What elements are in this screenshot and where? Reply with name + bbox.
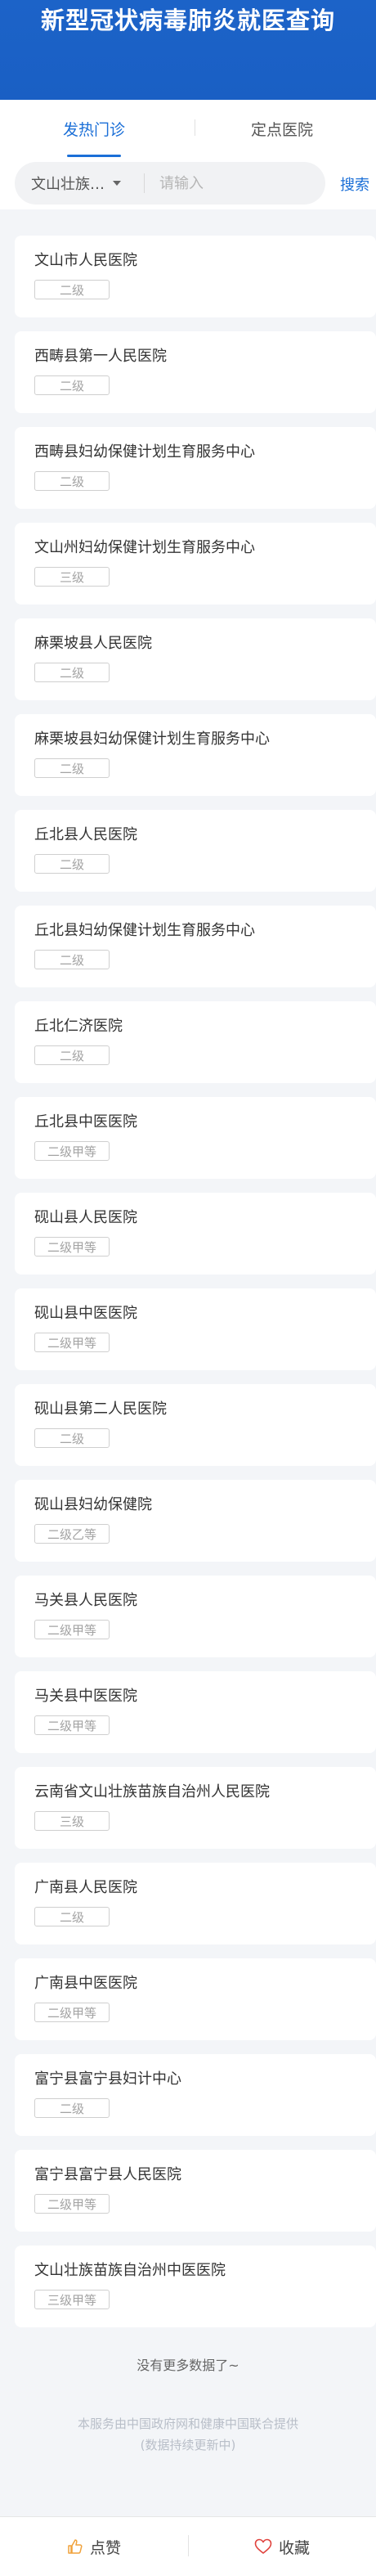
hospital-name: 西畴县妇幼保健计划生育服务中心	[34, 443, 255, 461]
page-title: 新型冠状病毒肺炎就医查询	[40, 7, 335, 34]
hospital-card[interactable]: 麻栗坡县人民医院 二级	[15, 618, 376, 700]
hospital-list: 文山市人民医院 二级 西畴县第一人民医院 二级 西畴县妇幼保健计划生育服务中心 二级 文山州…	[15, 236, 376, 2341]
hospital-level-badge: 二级甲等	[34, 1715, 110, 1735]
bottom-bar: 点赞 收藏	[0, 2516, 376, 2576]
tab-fever-clinic-label: 发热门诊	[62, 120, 125, 139]
search-box: 文山壮族…	[15, 162, 325, 205]
hospital-name: 富宁县富宁县人民医院	[34, 2166, 181, 2183]
hospital-name: 文山壮族苗族自治州中医医院	[34, 2262, 226, 2279]
hospital-card[interactable]: 砚山县妇幼保健院 二级乙等	[15, 1480, 376, 1562]
footnote-line1: 本服务由中国政府网和健康中国联合提供	[77, 2416, 298, 2431]
hospital-card[interactable]: 文山州妇幼保健计划生育服务中心 三级	[15, 523, 376, 605]
tab-fever-clinic[interactable]: 发热门诊	[0, 100, 188, 157]
hospital-name: 广南县人民医院	[34, 1879, 137, 1896]
hospital-level-badge: 三级	[34, 567, 110, 587]
hospital-level-badge: 二级	[34, 663, 110, 682]
region-select[interactable]: 文山壮族…	[15, 173, 137, 194]
hospital-card[interactable]: 丘北县人民医院 二级	[15, 810, 376, 892]
hospital-name: 砚山县第二人民医院	[34, 1400, 167, 1418]
hospital-name: 富宁县富宁县妇计中心	[34, 2070, 181, 2088]
hospital-card[interactable]: 西畴县第一人民医院 二级	[15, 331, 376, 413]
hospital-level-badge: 二级	[34, 471, 110, 491]
hospital-card[interactable]: 麻栗坡县妇幼保健计划生育服务中心 二级	[15, 714, 376, 796]
thumbs-up-icon	[67, 2538, 83, 2555]
hospital-card[interactable]: 广南县人民医院 二级	[15, 1863, 376, 1944]
hospital-card[interactable]: 丘北县妇幼保健计划生育服务中心 二级	[15, 906, 376, 987]
hospital-level-badge: 二级	[34, 1428, 110, 1448]
hospital-name: 丘北县中医医院	[34, 1113, 137, 1131]
hospital-card[interactable]: 砚山县中医医院 二级甲等	[15, 1288, 376, 1370]
hospital-level-badge: 二级	[34, 280, 110, 299]
hospital-level-badge: 二级甲等	[34, 2003, 110, 2022]
hospital-name: 砚山县妇幼保健院	[34, 1496, 152, 1513]
hospital-card[interactable]: 马关县中医医院 二级甲等	[15, 1671, 376, 1753]
search-row: 文山壮族… 搜索	[0, 157, 376, 209]
search-button[interactable]: 搜索	[340, 173, 369, 195]
hospital-card[interactable]: 富宁县富宁县人民医院 二级甲等	[15, 2150, 376, 2232]
caret-down-icon	[113, 181, 121, 186]
hospital-level-badge: 二级甲等	[34, 1237, 110, 1257]
hospital-name: 麻栗坡县妇幼保健计划生育服务中心	[34, 731, 270, 748]
hospital-name: 丘北县人民医院	[34, 826, 137, 843]
search-input[interactable]	[158, 173, 325, 193]
hospital-level-badge: 二级甲等	[34, 1333, 110, 1352]
tab-designated-hospital[interactable]: 定点医院	[188, 100, 376, 157]
hospital-card[interactable]: 丘北仁济医院 二级	[15, 1001, 376, 1083]
hospital-level-badge: 三级甲等	[34, 2290, 110, 2309]
hospital-level-badge: 二级	[34, 950, 110, 969]
hospital-card[interactable]: 砚山县第二人民医院 二级	[15, 1384, 376, 1466]
hospital-name: 马关县人民医院	[34, 1592, 137, 1609]
hospital-card[interactable]: 丘北县中医医院 二级甲等	[15, 1097, 376, 1179]
hospital-name: 西畴县第一人民医院	[34, 348, 167, 365]
hospital-name: 丘北仁济医院	[34, 1018, 123, 1035]
hospital-level-badge: 二级	[34, 854, 110, 874]
footnote-line2: (数据持续更新中)	[140, 2438, 236, 2452]
hospital-name: 砚山县中医医院	[34, 1305, 137, 1322]
hospital-name: 广南县中医医院	[34, 1975, 137, 1992]
hospital-card[interactable]: 云南省文山壮族苗族自治州人民医院 三级	[15, 1767, 376, 1849]
page-header: 新型冠状病毒肺炎就医查询	[0, 0, 376, 100]
hospital-card[interactable]: 文山壮族苗族自治州中医医院 三级甲等	[15, 2246, 376, 2327]
heart-icon	[254, 2538, 272, 2555]
hospital-level-badge: 二级乙等	[34, 1524, 110, 1544]
favorite-label: 收藏	[278, 2538, 310, 2557]
hospital-level-badge: 二级甲等	[34, 1141, 110, 1161]
hospital-card[interactable]: 广南县中医医院 二级甲等	[15, 1958, 376, 2040]
search-separator	[144, 173, 145, 193]
hospital-name: 文山市人民医院	[34, 252, 137, 269]
hospital-name: 云南省文山壮族苗族自治州人民医院	[34, 1783, 270, 1801]
like-label: 点赞	[89, 2538, 121, 2557]
hospital-card[interactable]: 文山市人民医院 二级	[15, 236, 376, 317]
hospital-level-badge: 二级	[34, 375, 110, 395]
hospital-level-badge: 二级甲等	[34, 1620, 110, 1639]
hospital-level-badge: 二级	[34, 1907, 110, 1926]
hospital-card[interactable]: 砚山县人民医院 二级甲等	[15, 1193, 376, 1275]
hospital-level-badge: 二级	[34, 2098, 110, 2118]
hospital-name: 马关县中医医院	[34, 1688, 137, 1705]
hospital-name: 文山州妇幼保健计划生育服务中心	[34, 539, 255, 556]
hospital-level-badge: 二级	[34, 758, 110, 778]
hospital-card[interactable]: 马关县人民医院 二级甲等	[15, 1576, 376, 1657]
hospital-level-badge: 二级甲等	[34, 2194, 110, 2214]
hospital-level-badge: 三级	[34, 1811, 110, 1831]
hospital-name: 砚山县人民医院	[34, 1209, 137, 1226]
service-footnote: 本服务由中国政府网和健康中国联合提供 (数据持续更新中)	[0, 2413, 376, 2456]
tab-designated-hospital-label: 定点医院	[250, 120, 313, 139]
hospital-level-badge: 二级	[34, 1045, 110, 1065]
hospital-card[interactable]: 西畴县妇幼保健计划生育服务中心 二级	[15, 427, 376, 509]
bottom-bar-divider	[188, 2535, 189, 2556]
tab-bar: 发热门诊 定点医院	[0, 100, 376, 157]
like-button[interactable]: 点赞	[0, 2517, 188, 2576]
favorite-button[interactable]: 收藏	[188, 2517, 376, 2576]
hospital-name: 麻栗坡县人民医院	[34, 635, 152, 652]
hospital-card[interactable]: 富宁县富宁县妇计中心 二级	[15, 2054, 376, 2136]
list-end-text: 没有更多数据了~	[137, 2358, 239, 2373]
hospital-name: 丘北县妇幼保健计划生育服务中心	[34, 922, 255, 939]
region-select-value: 文山壮族…	[31, 176, 105, 193]
